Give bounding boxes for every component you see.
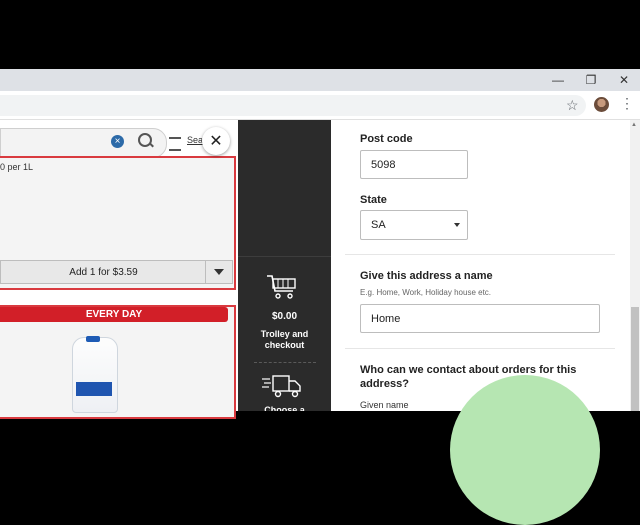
search-filter-link[interactable]: Sea [187, 135, 203, 145]
bookmark-star-icon[interactable]: ☆ [566, 97, 579, 114]
trolley-checkout-link[interactable]: Trolley and checkout [238, 329, 331, 351]
panel-dashed-divider [254, 362, 316, 363]
contact-question-line2: address? [360, 378, 409, 390]
postcode-label: Post code [360, 133, 413, 145]
delivery-truck-icon[interactable] [262, 373, 302, 399]
panel-divider [238, 256, 331, 257]
state-select-value: SA [371, 219, 386, 231]
quantity-dropdown-button[interactable] [205, 260, 233, 284]
delivery-method-label[interactable]: Choose a [238, 405, 331, 411]
trolley-label-line1: Trolley and [260, 329, 309, 339]
decorative-green-circle [450, 375, 600, 525]
given-name-label: Given name [360, 400, 409, 410]
browser-menu-icon[interactable]: ⋮ [620, 95, 634, 112]
close-window-button[interactable]: ✕ [609, 69, 639, 91]
clear-search-icon[interactable]: × [111, 135, 124, 148]
scroll-up-arrow-icon[interactable]: ▲ [631, 122, 637, 128]
address-name-hint: E.g. Home, Work, Holiday house etc. [360, 288, 492, 297]
restore-window-button[interactable]: ❐ [576, 69, 606, 91]
milk-label [76, 382, 112, 396]
section-divider [345, 348, 615, 349]
trolley-label-line2: checkout [264, 340, 305, 350]
side-navigation-panel [238, 120, 331, 411]
scrollbar-thumb[interactable] [631, 307, 639, 411]
milk-bottle-image[interactable] [72, 337, 118, 413]
dropdown-caret-icon [454, 223, 460, 227]
close-modal-button[interactable]: ✕ [202, 127, 230, 155]
address-name-label: Give this address a name [360, 270, 493, 282]
milk-cap [86, 336, 100, 342]
state-label: State [360, 194, 387, 206]
add-to-trolley-button[interactable]: Add 1 for $3.59 [0, 260, 207, 284]
filter-icon[interactable] [169, 137, 181, 151]
address-bar[interactable] [0, 95, 586, 116]
contact-question-line1: Who can we contact about orders for this [360, 364, 577, 376]
every-day-badge: EVERY DAY [0, 307, 228, 322]
product-card [0, 305, 236, 419]
minimize-window-button[interactable]: — [543, 69, 573, 91]
trolley-icon[interactable] [266, 274, 298, 300]
unit-price: 0 per 1L [0, 162, 34, 172]
address-name-input[interactable]: Home [360, 304, 600, 333]
trolley-amount[interactable]: $0.00 [238, 311, 331, 322]
profile-avatar[interactable] [594, 97, 609, 112]
state-select[interactable]: SA [360, 210, 468, 240]
section-divider [345, 254, 615, 255]
contact-question: Who can we contact about orders for this… [360, 363, 610, 391]
postcode-input[interactable]: 5098 [360, 150, 468, 179]
search-icon[interactable] [138, 133, 152, 147]
